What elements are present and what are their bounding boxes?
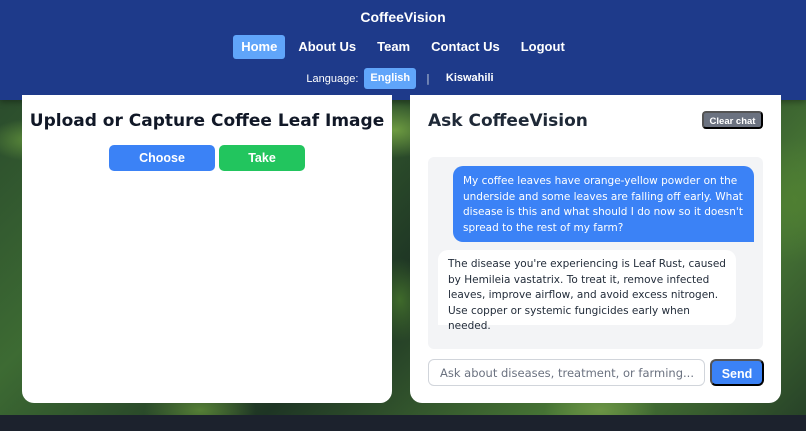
nav-team[interactable]: Team xyxy=(369,35,418,59)
language-switcher: Language: English | Kiswahili xyxy=(0,68,806,89)
language-separator: | xyxy=(426,72,430,85)
upload-panel: Upload or Capture Coffee Leaf Image Choo… xyxy=(22,95,392,403)
nav-home[interactable]: Home xyxy=(233,35,286,59)
nav-about-us[interactable]: About Us xyxy=(290,35,364,59)
nav-logout[interactable]: Logout xyxy=(513,35,573,59)
chat-panel: Ask CoffeeVision Clear chat My coffee le… xyxy=(410,95,781,403)
brand-title: CoffeeVision xyxy=(360,9,446,25)
upload-actions: Choose Image Take Photo xyxy=(22,145,392,191)
main-nav: Home About Us Team Contact Us Logout xyxy=(0,35,806,59)
chat-input[interactable] xyxy=(428,359,705,386)
chat-messages[interactable]: My coffee leaves have orange-yellow powd… xyxy=(428,157,763,349)
send-button[interactable]: Send xyxy=(710,359,764,386)
clear-chat-button[interactable]: Clear chat xyxy=(702,111,763,129)
chat-title: Ask CoffeeVision xyxy=(428,111,588,131)
nav-contact-us[interactable]: Contact Us xyxy=(423,35,508,59)
site-header: CoffeeVision Home About Us Team Contact … xyxy=(0,0,806,100)
language-kiswahili-button[interactable]: Kiswahili xyxy=(440,68,500,89)
assistant-message: The disease you're experiencing is Leaf … xyxy=(438,250,736,332)
choose-image-button[interactable]: Choose Image xyxy=(109,145,215,191)
take-photo-button[interactable]: Take Photo xyxy=(219,145,305,191)
language-english-button[interactable]: English xyxy=(364,68,417,89)
upload-title: Upload or Capture Coffee Leaf Image xyxy=(29,111,385,131)
user-message: My coffee leaves have orange-yellow powd… xyxy=(453,166,754,242)
language-label: Language: xyxy=(306,72,359,85)
page-footer-strip xyxy=(0,415,806,431)
